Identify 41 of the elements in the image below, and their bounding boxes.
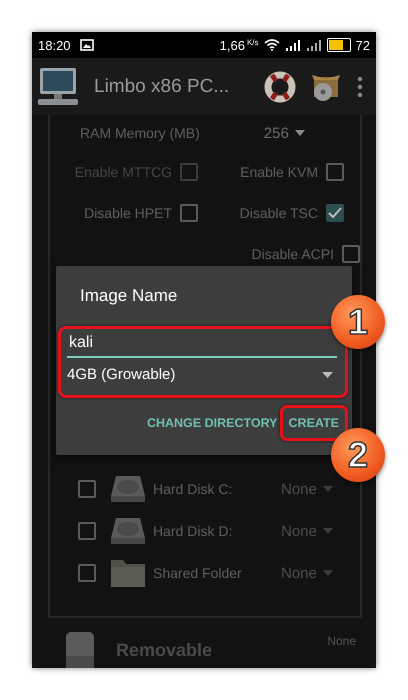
image-icon	[80, 39, 94, 51]
lifebuoy-icon[interactable]	[264, 70, 296, 102]
battery-percent: 72	[356, 38, 370, 52]
network-speed: 1,66	[220, 38, 245, 52]
folder-icon	[110, 558, 146, 588]
signal-icon	[306, 39, 322, 51]
text-button[interactable]: CHANGE DIRECTORY	[144, 412, 280, 434]
battery-icon	[326, 38, 351, 52]
speed-unit: K/s	[246, 38, 259, 47]
clock: 18:20	[38, 38, 71, 52]
size-select[interactable]: 4GB (Growable)	[67, 358, 337, 389]
checkbox[interactable]	[78, 480, 96, 498]
option-label: Disable HPET	[84, 205, 172, 221]
option-label: Disable TSC	[240, 205, 318, 221]
checkbox[interactable]	[342, 245, 360, 263]
removable-value: None	[327, 634, 356, 648]
signal-icon	[284, 39, 301, 51]
checkbox[interactable]	[78, 522, 96, 540]
caret-icon	[322, 570, 333, 576]
ram-select[interactable]: 256	[264, 124, 305, 142]
checkbox[interactable]	[326, 163, 344, 181]
dialog-title: Image Name	[79, 286, 178, 307]
checkbox[interactable]	[180, 204, 198, 222]
caret-icon	[322, 486, 333, 492]
drive-label: Hard Disk D:	[153, 523, 234, 539]
section-title: Removable	[116, 640, 212, 660]
more-menu-icon[interactable]	[356, 76, 364, 98]
app-title: Limbo x86 PC...	[94, 76, 230, 98]
drive-label: Hard Disk C:	[153, 481, 234, 497]
computer-icon	[36, 66, 80, 106]
image-name-field[interactable]: kali	[67, 332, 337, 358]
caret-icon	[322, 372, 333, 378]
checkbox[interactable]	[78, 564, 96, 582]
option-label: Disable ACPI	[252, 246, 334, 262]
ram-label: RAM Memory (MB)	[80, 125, 200, 141]
checkbox[interactable]	[326, 204, 344, 222]
option-label: Enable KVM	[240, 164, 318, 180]
caret-icon	[294, 130, 305, 136]
wifi-icon	[264, 39, 280, 51]
drive-label: Shared Folder	[153, 565, 243, 581]
caret-icon	[322, 528, 333, 534]
